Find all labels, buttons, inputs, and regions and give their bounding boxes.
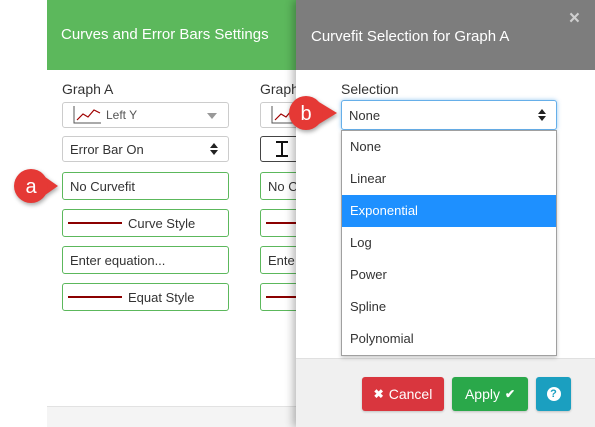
curvefit-dropdown-list: None Linear Exponential Log Power Spline…: [341, 130, 557, 356]
settings-header: Curves and Error Bars Settings: [47, 0, 307, 70]
graph-a-label: Graph A: [62, 81, 114, 97]
sort-arrows-icon: [538, 109, 546, 121]
equat-style-line: [68, 296, 122, 298]
close-icon[interactable]: ×: [569, 9, 580, 29]
sort-arrows-icon: [210, 143, 218, 155]
graph-a-curve-style-button[interactable]: Curve Style: [62, 209, 229, 237]
annotation-marker-a: a: [14, 169, 58, 203]
apply-button-label: Apply: [464, 386, 500, 402]
dialog-header: Curvefit Selection for Graph A ×: [296, 0, 595, 70]
curvefit-select[interactable]: None: [341, 100, 557, 130]
annotation-a-label: a: [25, 176, 37, 198]
curvefit-button-label: No C: [268, 178, 298, 194]
dropdown-option[interactable]: Polynomial: [342, 323, 556, 355]
settings-footer: [47, 406, 307, 427]
dropdown-option[interactable]: Linear: [342, 163, 556, 195]
equation-input-text: Ente: [268, 252, 295, 268]
cancel-button[interactable]: ✖ Cancel: [362, 377, 444, 411]
axis-select-value: Left Y: [106, 108, 138, 122]
line-chart-icon: [72, 105, 102, 125]
graph-a-axis-select[interactable]: Left Y: [62, 102, 229, 128]
help-button[interactable]: ?: [536, 377, 571, 411]
dropdown-option[interactable]: Spline: [342, 291, 556, 323]
annotation-b-label: b: [300, 103, 311, 125]
curve-style-label: Curve Style: [128, 215, 196, 231]
cancel-button-label: Cancel: [388, 386, 433, 402]
curvefit-button-label: No Curvefit: [70, 178, 136, 194]
curve-style-line: [68, 222, 122, 224]
graph-a-error-bar-select[interactable]: Error Bar On: [62, 136, 229, 162]
graph-a-equation-input[interactable]: Enter equation...: [62, 246, 229, 274]
caret-down-icon: [207, 113, 217, 119]
settings-title: Curves and Error Bars Settings: [61, 26, 269, 43]
error-bar-icon: [274, 140, 290, 158]
error-bar-select-value: Error Bar On: [70, 141, 144, 157]
graph-a-equat-style-button[interactable]: Equat Style: [62, 283, 229, 311]
curvefit-select-value: None: [349, 107, 381, 123]
check-icon: ✔: [504, 387, 516, 401]
dropdown-option[interactable]: Exponential: [342, 195, 556, 227]
annotation-marker-b: b: [289, 96, 337, 130]
dropdown-option[interactable]: None: [342, 131, 556, 163]
dropdown-option[interactable]: Power: [342, 259, 556, 291]
dialog-title: Curvefit Selection for Graph A: [311, 28, 510, 45]
equation-input-text: Enter equation...: [70, 252, 166, 268]
question-circle-icon: ?: [546, 387, 561, 401]
selection-label: Selection: [341, 81, 399, 97]
equat-style-label: Equat Style: [128, 289, 195, 305]
dropdown-option[interactable]: Log: [342, 227, 556, 259]
graph-a-curvefit-button[interactable]: No Curvefit: [62, 172, 229, 200]
apply-button[interactable]: Apply ✔: [452, 377, 528, 411]
times-icon: ✖: [373, 387, 384, 401]
